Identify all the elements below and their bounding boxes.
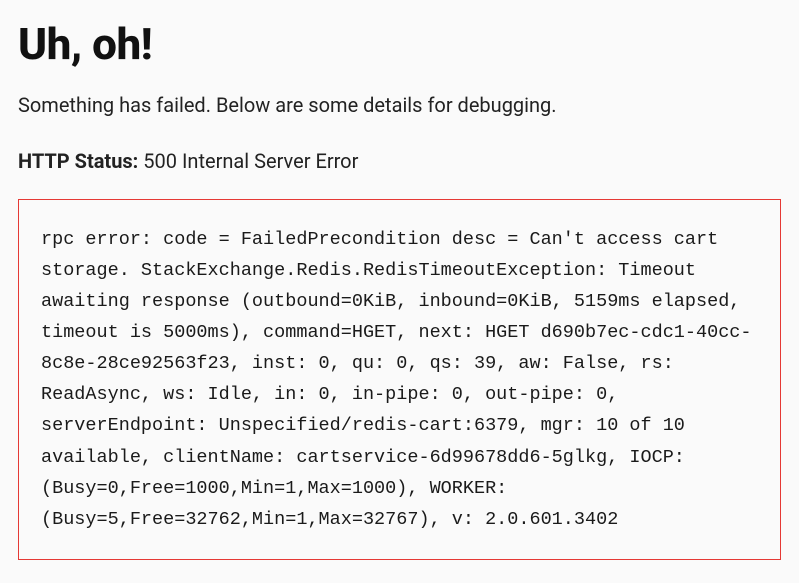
error-details-box: rpc error: code = FailedPrecondition des… (18, 199, 781, 560)
http-status-label: HTTP Status: (18, 149, 138, 173)
error-heading: Uh, oh! (18, 18, 781, 70)
http-status-value: 500 Internal Server Error (143, 149, 358, 173)
http-status-line: HTTP Status: 500 Internal Server Error (18, 149, 781, 173)
error-subtitle: Something has failed. Below are some det… (18, 92, 781, 119)
